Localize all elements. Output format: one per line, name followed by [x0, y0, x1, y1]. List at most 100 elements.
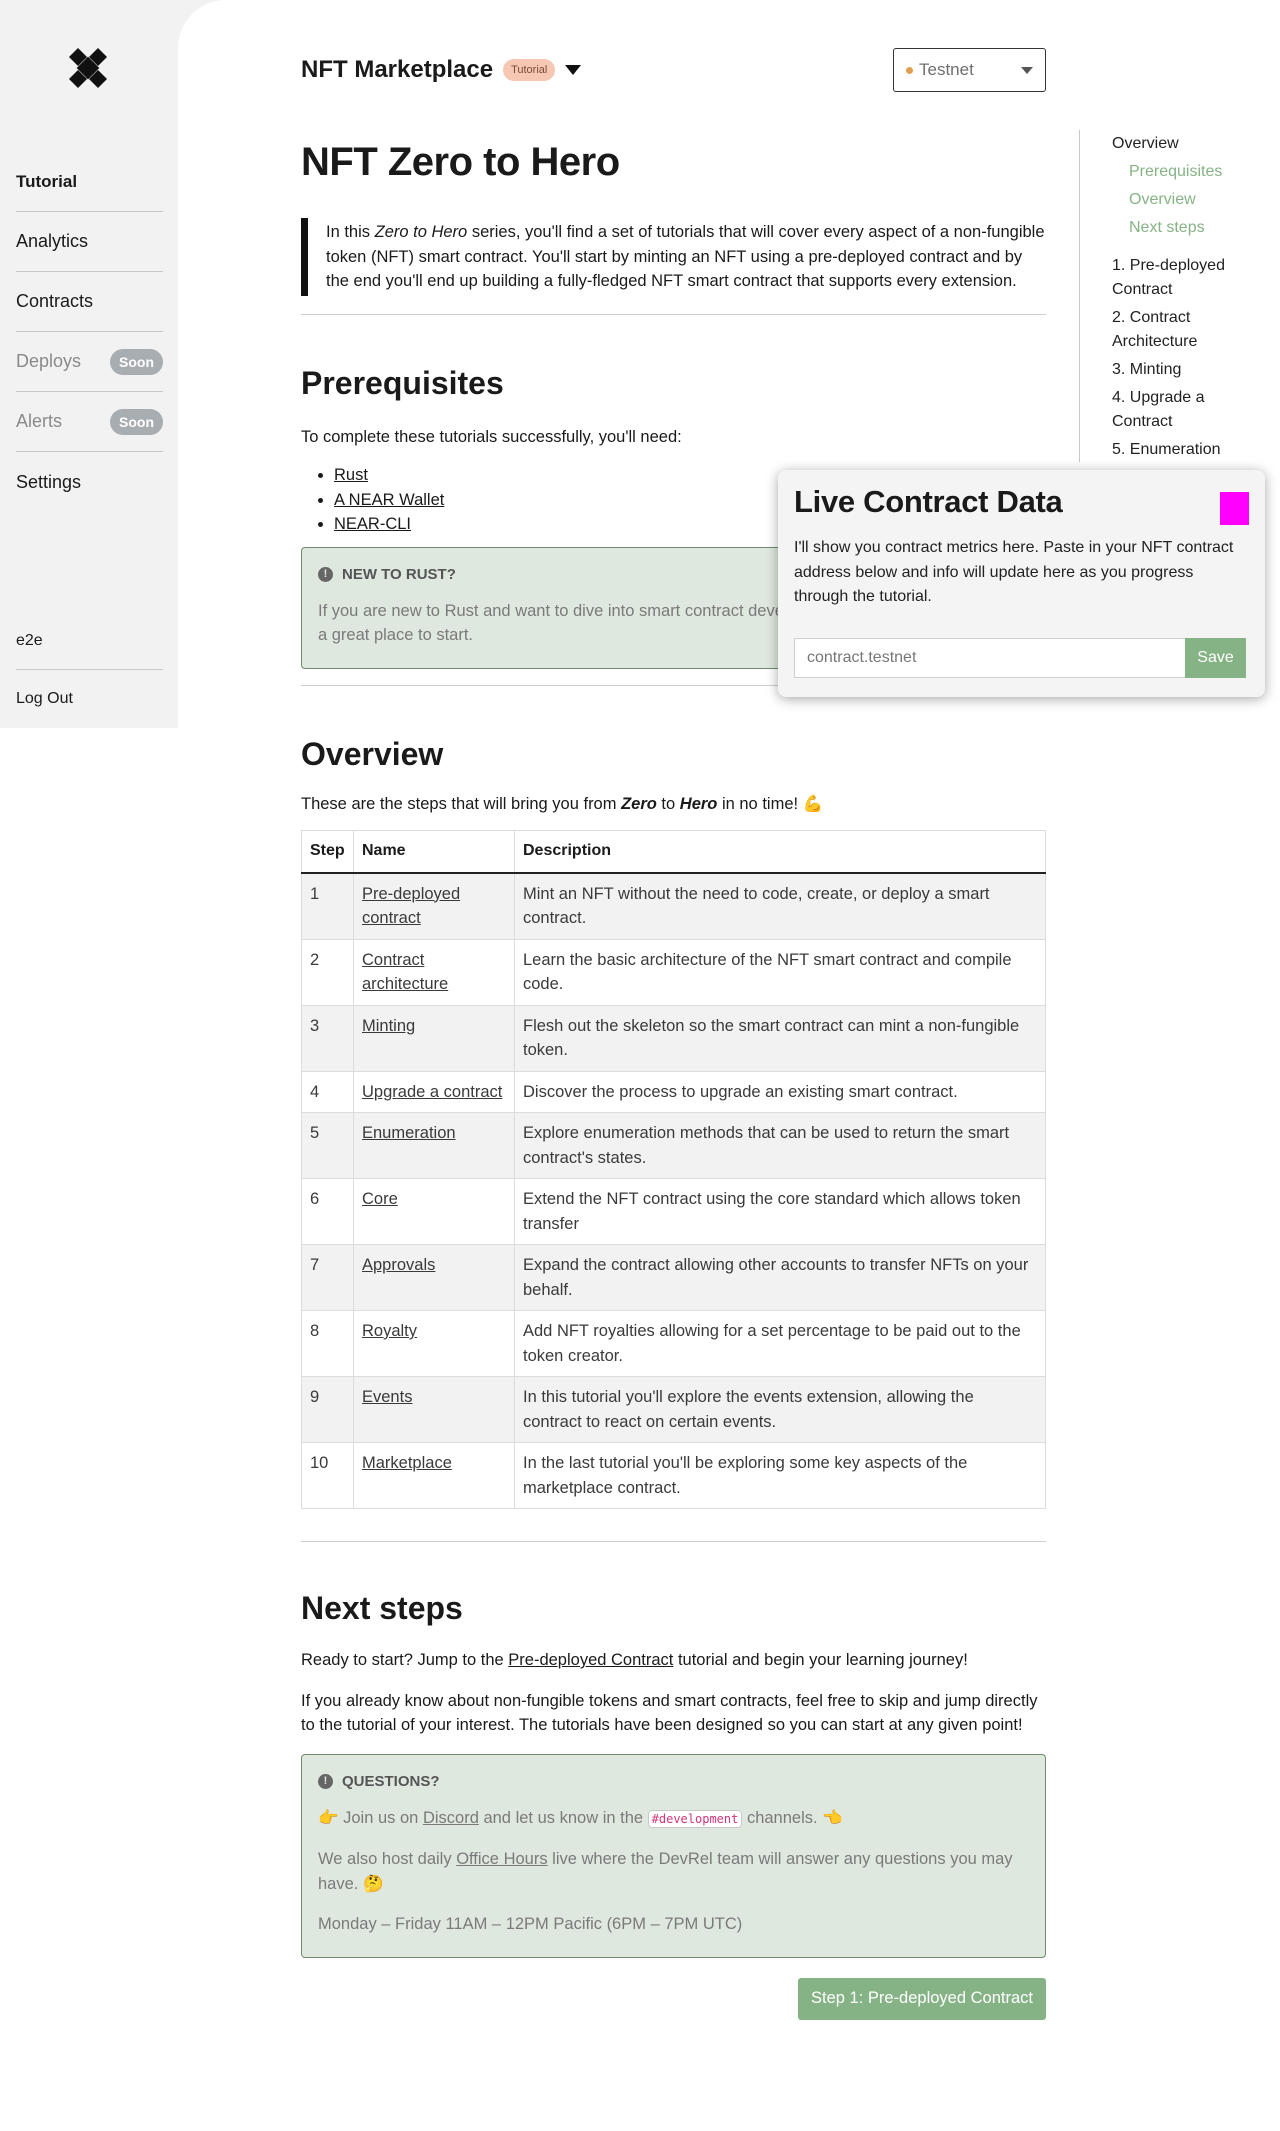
table-row: 7 Approvals Expand the contract allowing o… [301, 1244, 1046, 1311]
next-steps-intro: Ready to start? Jump to the Pre-deployed… [301, 1648, 1046, 1673]
admonition-title-text: NEW TO RUST? [342, 565, 456, 583]
sidebar-item-label: Alerts [16, 411, 63, 431]
table-row: 10 Marketplace In the last tutorial you'll… [301, 1442, 1046, 1509]
development-channel-code: #development [647, 1809, 743, 1828]
contract-address-form: Save [794, 638, 1246, 678]
brand-logo-icon[interactable] [66, 46, 110, 90]
step-link[interactable]: Events [362, 1388, 412, 1406]
step-link[interactable]: Pre-deployed contract [362, 885, 460, 928]
sidebar-item-label: Settings [16, 471, 82, 492]
sidebar-item-settings[interactable]: Settings [16, 452, 163, 512]
toc-item-step-4[interactable]: 4. Upgrade a Contract [1112, 386, 1249, 434]
step-name-cell: Royalty [353, 1310, 515, 1377]
overview-text: These are the steps that will bring you … [301, 792, 1046, 817]
step-link[interactable]: Enumeration [362, 1124, 456, 1142]
sidebar-footer: e2e Log Out [16, 612, 163, 728]
pre-deployed-contract-link[interactable]: Pre-deployed Contract [508, 1651, 673, 1669]
step-name-cell: Events [353, 1376, 515, 1443]
step-link[interactable]: Core [362, 1190, 398, 1208]
toc-item-step-2[interactable]: 2. Contract Architecture [1112, 306, 1249, 354]
toc-item-step-5[interactable]: 5. Enumeration [1112, 438, 1249, 462]
toc-item-overview[interactable]: Overview [1112, 130, 1249, 158]
table-row: 2 Contract architecture Learn the basic ar… [301, 938, 1046, 1006]
step-description: Explore enumeration methods that can be … [514, 1112, 1046, 1179]
sidebar-item-deploys: Deploys Soon [16, 332, 163, 392]
user-account[interactable]: e2e [16, 612, 163, 670]
intro-blockquote: In this Zero to Hero series, you'll find… [301, 218, 1046, 296]
toc-item-step-3[interactable]: 3. Minting [1112, 358, 1249, 382]
sidebar-item-label: Contracts [16, 291, 94, 311]
toc-item-step-1[interactable]: 1. Pre-deployed Contract [1112, 254, 1249, 302]
step-link[interactable]: Contract architecture [362, 951, 448, 994]
overview-text-part: in no time! 💪 [717, 794, 824, 813]
close-icon[interactable] [1220, 492, 1249, 525]
logout-link[interactable]: Log Out [16, 670, 163, 728]
step-link[interactable]: Royalty [362, 1322, 417, 1340]
step-number: 8 [301, 1310, 354, 1377]
step-number: 2 [301, 938, 354, 1006]
panel-title: Live Contract Data [794, 484, 1063, 519]
step-description: Learn the basic architecture of the NFT … [514, 938, 1046, 1006]
toc-subitem-next-steps[interactable]: Next steps [1112, 214, 1249, 242]
table-row: 1 Pre-deployed contract Mint an NFT withou… [301, 872, 1046, 940]
sidebar-item-analytics[interactable]: Analytics [16, 212, 163, 272]
rust-link[interactable]: Rust [334, 466, 368, 484]
step-description: Mint an NFT without the need to code, cr… [514, 872, 1046, 940]
step-name-cell: Core [353, 1178, 515, 1245]
step-description: In the last tutorial you'll be exploring… [514, 1442, 1046, 1509]
table-of-contents: Overview Prerequisites Overview Next ste… [1079, 130, 1249, 462]
step-description: Flesh out the skeleton so the smart cont… [514, 1004, 1046, 1072]
table-row: 3 Minting Flesh out the skeleton so the sm… [301, 1004, 1046, 1072]
panel-description: I'll show you contract metrics here. Pas… [794, 539, 1234, 605]
table-row: 8 Royalty Add NFT royalties allowing for a… [301, 1310, 1046, 1377]
questions-admonition: ! QUESTIONS? 👉 Join us on Discord and let… [301, 1753, 1046, 1958]
step-link[interactable]: Minting [362, 1017, 415, 1035]
step-name-cell: Approvals [353, 1244, 515, 1311]
admonition-text-part: channels. 👈 [742, 1808, 843, 1827]
near-wallet-link[interactable]: A NEAR Wallet [334, 491, 444, 509]
overview-text-part: These are the steps that will bring you … [301, 794, 622, 813]
steps-table-body: 1 Pre-deployed contract Mint an NFT withou… [301, 872, 1046, 1509]
section-heading-overview: Overview [301, 735, 444, 772]
step-number: 3 [301, 1004, 354, 1072]
office-hours-link[interactable]: Office Hours [456, 1850, 547, 1868]
network-select[interactable]: Testnet [893, 48, 1046, 92]
soon-badge: Soon [110, 348, 163, 375]
sidebar-item-tutorial[interactable]: Tutorial [16, 152, 163, 212]
step-number: 4 [301, 1070, 354, 1113]
step-link[interactable]: Marketplace [362, 1454, 452, 1472]
discord-link[interactable]: Discord [423, 1809, 479, 1827]
divider [301, 313, 1046, 315]
divider [301, 1541, 1046, 1542]
intro-text: In this [326, 223, 375, 241]
info-icon: ! [318, 1773, 333, 1789]
steps-table: Step Name Description 1 Pre-deployed cont… [301, 830, 1046, 1509]
column-header-name: Name [353, 830, 515, 874]
step-name-cell: Pre-deployed contract [353, 872, 515, 940]
contract-address-input[interactable] [794, 638, 1185, 678]
sidebar-item-contracts[interactable]: Contracts [16, 272, 163, 332]
project-header: NFT Marketplace Tutorial Testnet [301, 48, 1046, 92]
table-row: 6 Core Extend the NFT contract using the c… [301, 1178, 1046, 1245]
cta-row: Step 1: Pre-deployed Contract [301, 1958, 1046, 2020]
sidebar-item-label: Deploys [16, 351, 82, 371]
step-link[interactable]: Approvals [362, 1256, 435, 1274]
admonition-text-part: and let us know in the [478, 1808, 648, 1827]
save-button[interactable]: Save [1185, 638, 1246, 678]
tutorial-content: NFT Zero to Hero In this Zero to Hero se… [301, 130, 1046, 2020]
admonition-title-text: QUESTIONS? [342, 1772, 440, 1790]
step-description: Add NFT royalties allowing for a set per… [514, 1310, 1046, 1377]
info-icon: ! [318, 566, 333, 582]
toc-subitem-prerequisites[interactable]: Prerequisites [1112, 158, 1249, 186]
step-link[interactable]: Upgrade a contract [362, 1083, 502, 1101]
toc-subitem-overview[interactable]: Overview [1112, 186, 1249, 214]
next-steps-paragraph: If you already know about non-fungible t… [301, 1691, 1038, 1735]
next-step-button[interactable]: Step 1: Pre-deployed Contract [798, 1977, 1046, 2020]
project-title: NFT Marketplace [301, 56, 494, 83]
intro-emphasis: Zero to Hero [374, 223, 468, 241]
section-heading-next-steps: Next steps [301, 1590, 463, 1626]
near-cli-link[interactable]: NEAR-CLI [334, 515, 411, 533]
step-name-cell: Enumeration [353, 1112, 515, 1179]
table-row: 9 Events In this tutorial you'll explore t… [301, 1376, 1046, 1443]
project-dropdown-icon[interactable] [565, 65, 582, 75]
